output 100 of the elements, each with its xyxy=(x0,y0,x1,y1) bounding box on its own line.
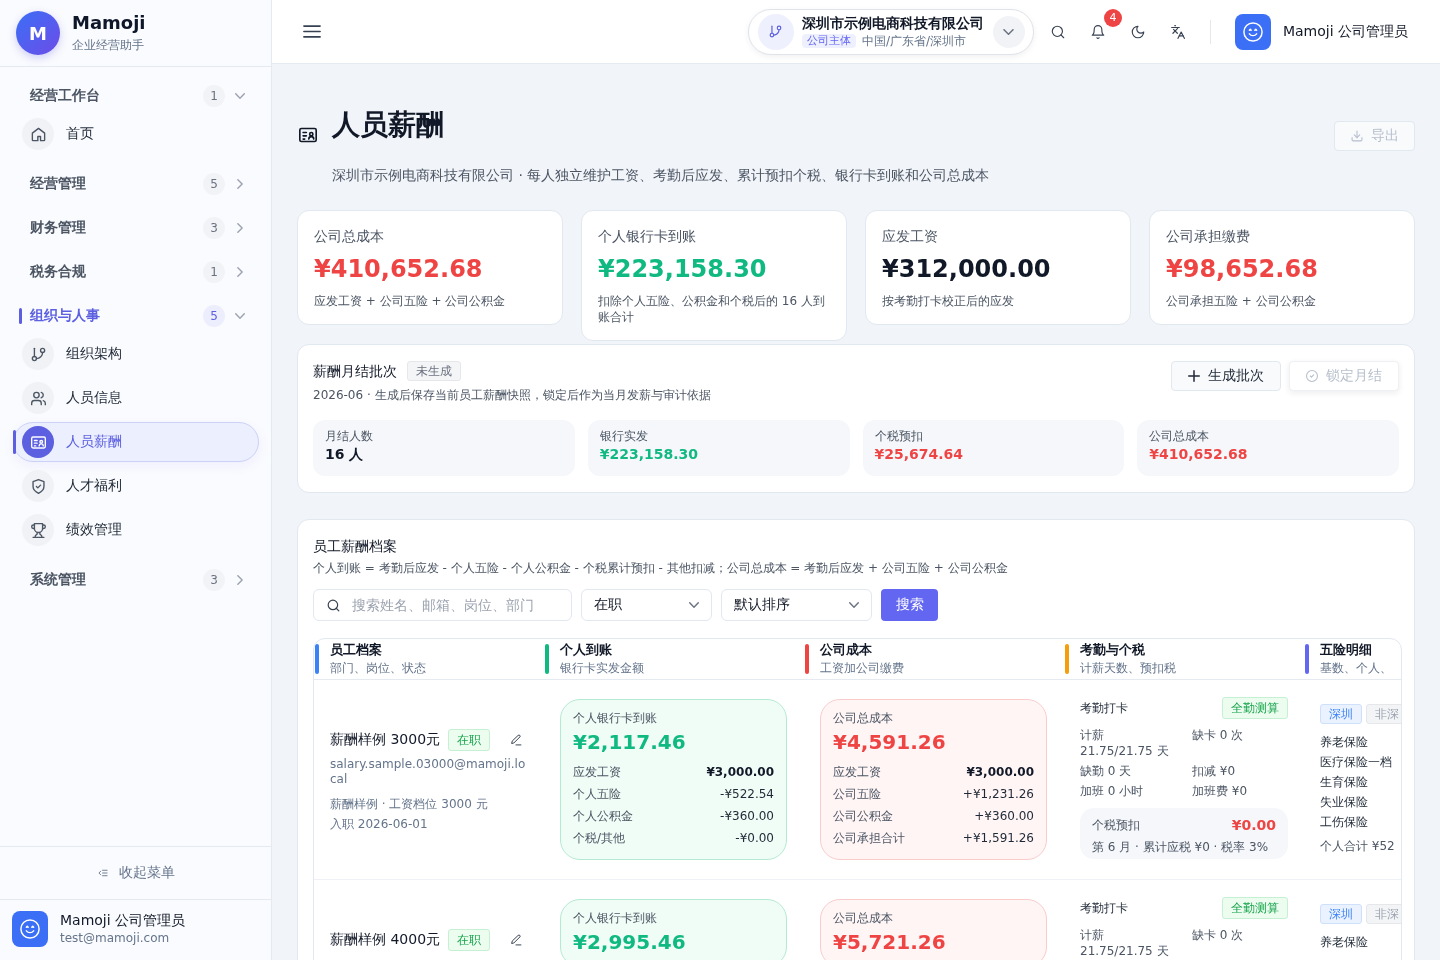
sort-select[interactable]: 默认排序 xyxy=(721,589,872,621)
line-value: -¥522.54 xyxy=(720,786,774,803)
card-value: ¥223,158.30 xyxy=(598,254,768,285)
collapse-menu-button[interactable]: 收起菜单 xyxy=(0,846,271,900)
line-value: -¥0.00 xyxy=(735,830,774,847)
nav-item[interactable]: 人员信息 xyxy=(13,378,259,418)
company-name: 深圳市示例电商科技有限公司 xyxy=(801,14,984,32)
nav-group[interactable]: 经营管理 5 xyxy=(12,166,259,202)
smiley-avatar-icon[interactable] xyxy=(1234,13,1271,50)
user-email: test@mamoji.com xyxy=(60,930,170,947)
attendance-title: 考勤打卡 xyxy=(1080,899,1128,917)
count-badge: 1 xyxy=(203,85,225,107)
stat-label: 银行实发 xyxy=(599,428,649,444)
column-subtitle: 部门、岗位、状态 xyxy=(330,660,426,677)
notification-badge: 4 xyxy=(1103,8,1122,27)
status-select[interactable]: 在职 xyxy=(581,589,712,621)
nav-group[interactable]: 经营工作台 1 xyxy=(12,78,259,114)
users-icon xyxy=(22,382,54,414)
amount-value: ¥4,591.26 xyxy=(833,730,947,754)
nav-group[interactable]: 税务合规 1 xyxy=(12,254,259,290)
stat-value: 16 人 xyxy=(325,445,365,464)
line-label: 个人五险 xyxy=(573,786,621,803)
company-switcher[interactable]: 深圳市示例电商科技有限公司 公司主体 中国/广东省/深圳市 xyxy=(747,8,1034,55)
line-label: 个税/其他 xyxy=(573,830,626,847)
search-field[interactable]: 搜索姓名、邮箱、岗位、部门 xyxy=(313,589,572,621)
card-label: 公司承担缴费 xyxy=(1166,227,1251,246)
card-note: 应发工资 + 公司五险 + 公司公积金 xyxy=(314,293,507,309)
id-card-icon xyxy=(299,126,317,144)
pencil-icon[interactable] xyxy=(510,934,523,946)
card-label: 个人银行卡到账 xyxy=(573,710,658,727)
indent-icon xyxy=(96,868,109,878)
attendance-stat: 缺卡 0 次 xyxy=(1192,727,1245,744)
search-button[interactable]: 搜索 xyxy=(881,589,938,621)
nav-group[interactable]: 系统管理 3 xyxy=(12,562,259,598)
nav-item[interactable]: 人才福利 xyxy=(13,466,259,506)
formula-text: 个人到账 = 考勤后应发 - 个人五险 - 个人公积金 - 个税累计预扣 - 其他扣减；公司总成本 = 考勤后应发 + 公司五险 + 公司公积金 xyxy=(313,560,1009,577)
column-subtitle: 工资加公司缴费 xyxy=(820,660,904,677)
card-label: 公司总成本 xyxy=(833,710,894,727)
column-title: 五险明细 xyxy=(1320,641,1372,659)
line-value: +¥1,591.26 xyxy=(962,830,1034,847)
card-value: ¥410,652.68 xyxy=(314,254,484,285)
attendance-stat: 计薪 21.75/21.75 天 xyxy=(1080,927,1170,959)
column-title: 员工档案 xyxy=(330,641,382,659)
status-tag: 在职 xyxy=(448,729,491,751)
chevron-right-icon[interactable] xyxy=(237,267,243,277)
bell-icon[interactable] xyxy=(1090,24,1105,39)
card-label: 应发工资 xyxy=(882,227,939,246)
nav-item[interactable]: 首页 xyxy=(13,114,259,154)
nav-item[interactable]: 绩效管理 xyxy=(13,510,259,550)
id-card-icon xyxy=(22,426,54,458)
insurance-item: 失业保险 xyxy=(1320,794,1369,811)
branch-icon xyxy=(757,13,794,50)
check-circle-icon xyxy=(1306,370,1318,382)
brand-logo: M xyxy=(16,11,60,55)
attendance-stat: 缺卡 0 次 xyxy=(1192,927,1245,944)
chevron-down-icon[interactable] xyxy=(235,93,245,99)
chevron-right-icon[interactable] xyxy=(237,179,243,189)
nav-group[interactable]: 组织与人事 5 xyxy=(12,298,259,334)
search-icon xyxy=(327,599,340,612)
menu-icon[interactable] xyxy=(303,25,321,38)
column-subtitle: 银行卡实发金额 xyxy=(560,660,644,677)
chevron-right-icon[interactable] xyxy=(237,575,243,585)
count-badge: 3 xyxy=(203,569,225,591)
card-value: ¥312,000.00 xyxy=(882,254,1052,285)
generate-batch-button[interactable]: 生成批次 xyxy=(1171,361,1281,391)
nav-item[interactable]: 人员薪酬 xyxy=(13,422,259,462)
panel-title: 薪酬月结批次 xyxy=(313,362,397,381)
count-badge: 3 xyxy=(203,217,225,239)
moon-icon[interactable] xyxy=(1130,24,1145,39)
translate-icon[interactable] xyxy=(1170,24,1185,39)
attendance-stat: 缺勤 0 天 xyxy=(1080,763,1133,779)
insurance-item: 养老保险 xyxy=(1320,734,1369,751)
stat-value: ¥25,674.64 xyxy=(874,445,965,464)
user-name: Mamoji 公司管理员 xyxy=(60,911,186,929)
line-value: ¥3,000.00 xyxy=(706,764,774,781)
brand-name: Mamoji xyxy=(72,12,146,34)
pencil-icon[interactable] xyxy=(510,734,523,746)
user-name[interactable]: Mamoji 公司管理员 xyxy=(1282,22,1408,41)
attendance-stat: 计薪 21.75/21.75 天 xyxy=(1080,727,1170,759)
nav-item[interactable]: 组织架构 xyxy=(13,334,259,374)
line-value: +¥360.00 xyxy=(974,808,1034,825)
amount-value: ¥5,721.26 xyxy=(833,930,947,954)
count-badge: 5 xyxy=(203,173,225,195)
line-label: 公司承担合计 xyxy=(833,830,905,847)
chevron-right-icon[interactable] xyxy=(237,223,243,233)
download-icon xyxy=(1351,130,1363,142)
plus-icon xyxy=(1188,370,1200,382)
column-title: 公司成本 xyxy=(820,641,872,659)
page-subtitle: 深圳市示例电商科技有限公司 · 每人独立维护工资、考勤后应发、累计预扣个税、银行卡到账和公司总成本 xyxy=(332,166,990,185)
chevron-down-icon xyxy=(849,602,859,608)
card-note: 按考勤打卡校正后的应发 xyxy=(882,293,1015,309)
card-label: 公司总成本 xyxy=(314,227,385,246)
stat-value: ¥223,158.30 xyxy=(599,445,700,464)
chevron-down-icon[interactable] xyxy=(235,313,245,319)
shield-check-icon xyxy=(22,470,54,502)
search-icon[interactable] xyxy=(1050,24,1065,39)
nav-group[interactable]: 财务管理 3 xyxy=(12,210,259,246)
stat-value: ¥410,652.68 xyxy=(1149,445,1249,464)
attendance-stat: 扣减 ¥0 xyxy=(1192,763,1237,779)
line-label: 公司五险 xyxy=(833,786,881,803)
